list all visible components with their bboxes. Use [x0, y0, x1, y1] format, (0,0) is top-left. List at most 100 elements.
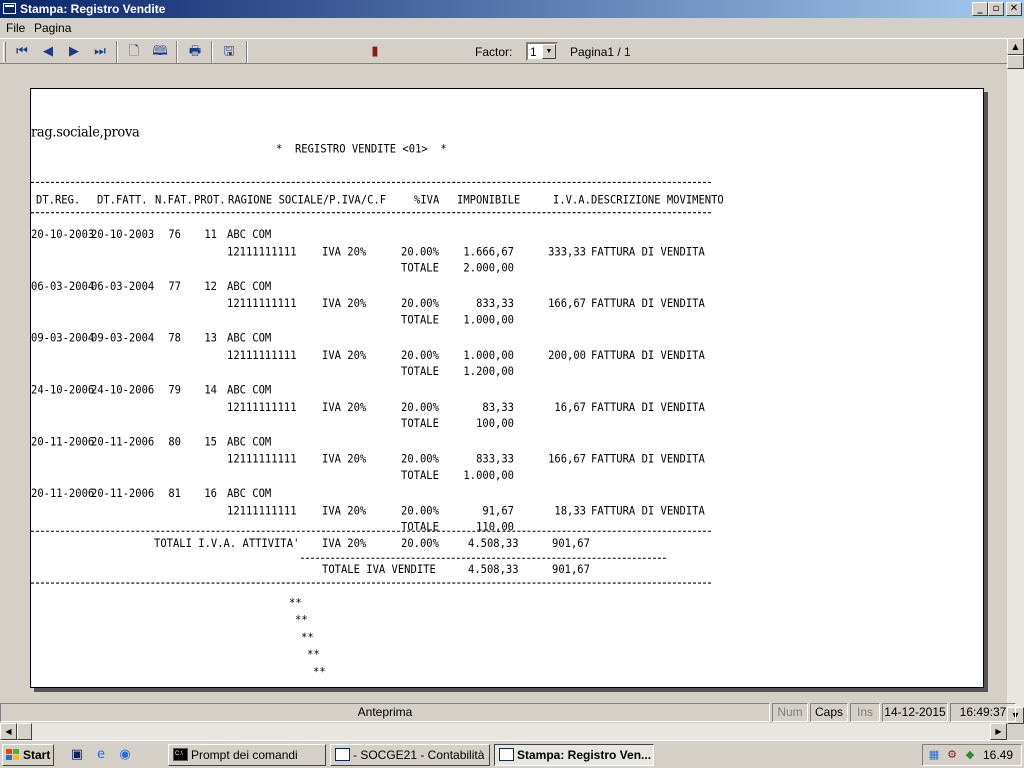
row-n-fat: 78: [168, 332, 181, 345]
row-descrizione: FATTURA DI VENDITA: [591, 349, 705, 363]
row-prot: 11: [204, 228, 217, 242]
row-perc: 20.00%: [401, 401, 439, 415]
star-mark: **: [295, 613, 308, 627]
command-prompt-icon: C:\: [173, 748, 188, 761]
row-imponibile: 1.000,00: [463, 349, 514, 363]
report-title: * REGISTRO VENDITE <01> *: [276, 143, 447, 156]
row-cod-iva: IVA 20%: [322, 349, 367, 363]
row-prot: 12: [204, 280, 217, 294]
task-stampa[interactable]: Stampa: Registro Ven...: [494, 744, 654, 766]
totale-vendite-iva: 901,67: [552, 563, 590, 577]
row-imponibile: 1.666,67: [463, 245, 514, 259]
header-descrizione: DESCRIZIONE MOVIMENTO: [591, 193, 724, 207]
toolbar-separator: [246, 41, 248, 63]
taskbar: Start ▣ e ◉ C:\ Prompt dei comandi - SOC…: [0, 740, 1024, 768]
menu-file[interactable]: File: [6, 21, 25, 35]
totale-vendite-label: TOTALE IVA VENDITE: [322, 563, 436, 577]
vertical-scrollbar[interactable]: ▲ ▼: [1007, 38, 1024, 724]
header-n-fat: N.FAT.: [155, 193, 193, 207]
star-mark: **: [301, 631, 314, 645]
last-page-icon[interactable]: ⏭: [90, 42, 110, 62]
task-socge21[interactable]: - SOCGE21 - Contabilità ...: [330, 744, 490, 766]
row-totale: 2.000,00: [463, 261, 514, 275]
row-n-fat: 79: [168, 383, 181, 397]
restore-button[interactable]: ▫: [988, 2, 1004, 16]
factor-label: Factor:: [475, 45, 513, 59]
row-descrizione: FATTURA DI VENDITA: [591, 504, 705, 518]
row-descrizione: FATTURA DI VENDITA: [591, 245, 705, 259]
toolbar-grip[interactable]: [3, 42, 6, 62]
scroll-right-button[interactable]: ▶: [990, 723, 1007, 740]
row-prot: 14: [204, 383, 217, 397]
prev-page-icon[interactable]: ◀: [38, 42, 58, 62]
scroll-left-button[interactable]: ◀: [0, 723, 17, 740]
row-cod-iva: IVA 20%: [322, 452, 367, 466]
window-icon: [335, 748, 350, 761]
first-page-icon[interactable]: ⏮: [12, 42, 32, 62]
browser-quicklaunch-icon[interactable]: e: [92, 746, 110, 764]
toolbar-separator: [211, 41, 213, 63]
menu-pagina[interactable]: Pagina: [34, 21, 71, 35]
star-mark: **: [307, 648, 320, 662]
scroll-up-button[interactable]: ▲: [1007, 38, 1024, 55]
factor-value: 1: [530, 45, 537, 59]
header-dt-fatt: DT.FATT.: [97, 193, 148, 207]
header-iva: I.V.A.: [553, 193, 591, 207]
row-dt-reg: 20-10-2003: [31, 228, 95, 242]
row-perc: 20.00%: [401, 297, 439, 311]
window-title: Stampa: Registro Vendite: [20, 2, 166, 16]
exit-icon[interactable]: ▮: [365, 42, 385, 62]
minimize-button[interactable]: _: [972, 2, 988, 16]
row-iva: 200,00: [548, 349, 586, 363]
star-mark: **: [289, 596, 302, 610]
status-date: 14-12-2015: [882, 703, 948, 722]
row-cod-iva: IVA 20%: [322, 401, 367, 415]
vertical-scroll-thumb[interactable]: [1007, 55, 1024, 69]
start-label: Start: [23, 748, 51, 762]
horizontal-scroll-thumb[interactable]: [17, 723, 32, 740]
media-quicklaunch-icon[interactable]: ◉: [116, 746, 134, 764]
totals-perc: 20.00%: [401, 537, 439, 551]
report-content: rag.sociale,prova * REGISTRO VENDITE <01…: [31, 89, 724, 679]
report-page: rag.sociale,prova * REGISTRO VENDITE <01…: [30, 88, 984, 688]
task-label: Stampa: Registro Ven...: [517, 748, 652, 762]
row-iva: 16,67: [554, 401, 586, 415]
row-name: ABC COM: [227, 332, 272, 345]
factor-select[interactable]: 1 ▼: [526, 42, 558, 61]
row-perc: 20.00%: [401, 245, 439, 259]
status-num: Num: [772, 703, 808, 722]
row-piva-cf: 12111111111: [227, 452, 297, 466]
horizontal-scrollbar[interactable]: ◀ ▶: [0, 723, 1007, 740]
row-prot: 15: [204, 435, 217, 449]
export-icon[interactable]: 🖫: [219, 42, 239, 62]
divider: [31, 212, 711, 214]
row-totale: 1.000,00: [463, 313, 514, 327]
row-imponibile: 83,33: [482, 401, 514, 415]
desktop-quicklaunch-icon[interactable]: ▣: [68, 746, 86, 764]
divider: [31, 530, 711, 532]
row-dt-fatt: 06-03-2004: [91, 280, 155, 294]
two-pages-icon[interactable]: 🕮: [150, 42, 170, 62]
totals-cod-iva: IVA 20%: [322, 537, 367, 551]
row-totale-label: TOTALE: [401, 521, 439, 534]
row-name: ABC COM: [227, 487, 272, 501]
row-cod-iva: IVA 20%: [322, 297, 367, 311]
print-icon[interactable]: 🖶: [185, 42, 205, 62]
network-icon[interactable]: ▦: [927, 748, 941, 762]
chevron-down-icon[interactable]: ▼: [542, 44, 556, 59]
star-mark: **: [313, 665, 326, 679]
taskbar-clock[interactable]: 16.49: [983, 748, 1013, 762]
security-icon[interactable]: ⚙: [945, 748, 959, 762]
next-page-icon[interactable]: ▶: [64, 42, 84, 62]
divider: [31, 582, 711, 584]
task-label: - SOCGE21 - Contabilità ...: [353, 748, 490, 762]
close-button[interactable]: ✕: [1006, 2, 1022, 16]
single-page-icon[interactable]: 🗋: [124, 42, 144, 62]
status-ins: Ins: [850, 703, 880, 722]
row-dt-reg: 06-03-2004: [31, 280, 95, 294]
row-totale: 1.200,00: [463, 365, 514, 379]
task-command-prompt[interactable]: C:\ Prompt dei comandi: [168, 744, 326, 766]
antivirus-icon[interactable]: ◆: [963, 748, 977, 762]
start-button[interactable]: Start: [2, 744, 54, 766]
row-dt-fatt: 20-11-2006: [91, 487, 155, 501]
